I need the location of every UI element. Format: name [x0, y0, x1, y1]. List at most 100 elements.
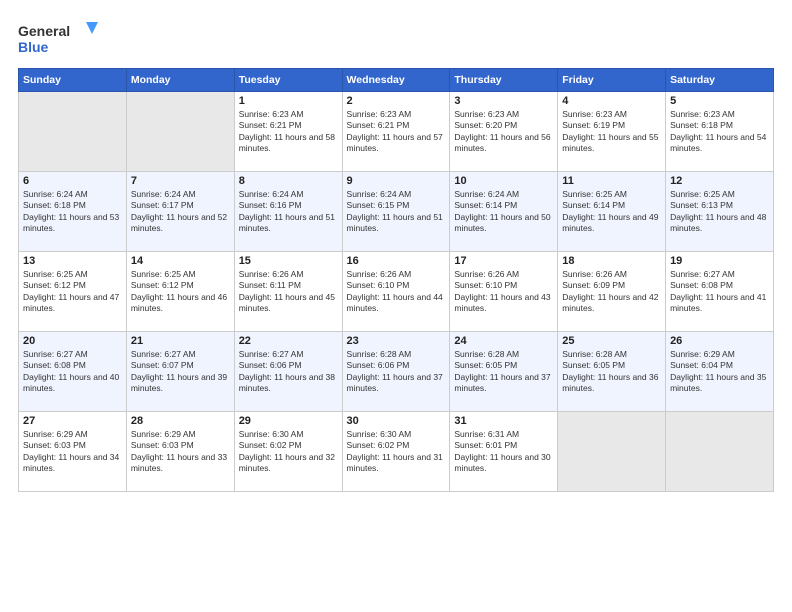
day-info: Sunrise: 6:23 AMSunset: 6:20 PMDaylight:…	[454, 109, 553, 155]
day-number: 21	[131, 335, 230, 347]
day-info: Sunrise: 6:23 AMSunset: 6:21 PMDaylight:…	[239, 109, 338, 155]
day-info: Sunrise: 6:29 AMSunset: 6:03 PMDaylight:…	[131, 429, 230, 475]
day-info: Sunrise: 6:23 AMSunset: 6:19 PMDaylight:…	[562, 109, 661, 155]
day-number: 4	[562, 95, 661, 107]
day-info: Sunrise: 6:31 AMSunset: 6:01 PMDaylight:…	[454, 429, 553, 475]
day-number: 5	[670, 95, 769, 107]
day-cell: 14Sunrise: 6:25 AMSunset: 6:12 PMDayligh…	[126, 252, 234, 332]
weekday-header-monday: Monday	[126, 69, 234, 92]
day-info: Sunrise: 6:26 AMSunset: 6:09 PMDaylight:…	[562, 269, 661, 315]
day-cell: 8 Sunrise: 6:24 AMSunset: 6:16 PMDaylight…	[234, 172, 342, 252]
day-number: 22	[239, 335, 338, 347]
day-info: Sunrise: 6:25 AMSunset: 6:13 PMDaylight:…	[670, 189, 769, 235]
day-cell: 11Sunrise: 6:25 AMSunset: 6:14 PMDayligh…	[558, 172, 666, 252]
calendar-table: SundayMondayTuesdayWednesdayThursdayFrid…	[18, 68, 774, 492]
day-info: Sunrise: 6:27 AMSunset: 6:06 PMDaylight:…	[239, 349, 338, 395]
weekday-header-sunday: Sunday	[19, 69, 127, 92]
weekday-header-thursday: Thursday	[450, 69, 558, 92]
day-cell	[126, 92, 234, 172]
day-cell: 17 Sunrise: 6:26 AMSunset: 6:10 PMDayligh…	[450, 252, 558, 332]
day-cell: 13Sunrise: 6:25 AMSunset: 6:12 PMDayligh…	[19, 252, 127, 332]
day-cell: 18 Sunrise: 6:26 AMSunset: 6:09 PMDayligh…	[558, 252, 666, 332]
day-info: Sunrise: 6:24 AMSunset: 6:14 PMDaylight:…	[454, 189, 553, 235]
day-cell: 25 Sunrise: 6:28 AMSunset: 6:05 PMDayligh…	[558, 332, 666, 412]
day-number: 24	[454, 335, 553, 347]
week-row-1: 1Sunrise: 6:23 AMSunset: 6:21 PMDaylight…	[19, 92, 774, 172]
day-cell: 29 Sunrise: 6:30 AMSunset: 6:02 PMDayligh…	[234, 412, 342, 492]
day-info: Sunrise: 6:26 AMSunset: 6:11 PMDaylight:…	[239, 269, 338, 315]
day-number: 20	[23, 335, 122, 347]
day-info: Sunrise: 6:23 AMSunset: 6:21 PMDaylight:…	[347, 109, 446, 155]
day-cell: 7Sunrise: 6:24 AMSunset: 6:17 PMDaylight…	[126, 172, 234, 252]
day-number: 27	[23, 415, 122, 427]
day-number: 13	[23, 255, 122, 267]
day-cell: 27 Sunrise: 6:29 AMSunset: 6:03 PMDayligh…	[19, 412, 127, 492]
day-cell: 30Sunrise: 6:30 AMSunset: 6:02 PMDayligh…	[342, 412, 450, 492]
day-number: 10	[454, 175, 553, 187]
day-number: 18	[562, 255, 661, 267]
day-info: Sunrise: 6:27 AMSunset: 6:08 PMDaylight:…	[670, 269, 769, 315]
day-cell: 26 Sunrise: 6:29 AMSunset: 6:04 PMDayligh…	[666, 332, 774, 412]
day-number: 8	[239, 175, 338, 187]
day-cell: 24Sunrise: 6:28 AMSunset: 6:05 PMDayligh…	[450, 332, 558, 412]
day-info: Sunrise: 6:30 AMSunset: 6:02 PMDaylight:…	[239, 429, 338, 475]
svg-text:Blue: Blue	[18, 39, 49, 55]
day-cell	[19, 92, 127, 172]
day-info: Sunrise: 6:30 AMSunset: 6:02 PMDaylight:…	[347, 429, 446, 475]
day-cell: 22 Sunrise: 6:27 AMSunset: 6:06 PMDayligh…	[234, 332, 342, 412]
day-number: 26	[670, 335, 769, 347]
day-number: 14	[131, 255, 230, 267]
day-cell: 6 Sunrise: 6:24 AMSunset: 6:18 PMDaylight…	[19, 172, 127, 252]
weekday-header-saturday: Saturday	[666, 69, 774, 92]
day-number: 7	[131, 175, 230, 187]
day-cell: 10 Sunrise: 6:24 AMSunset: 6:14 PMDayligh…	[450, 172, 558, 252]
week-row-5: 27 Sunrise: 6:29 AMSunset: 6:03 PMDayligh…	[19, 412, 774, 492]
day-cell	[666, 412, 774, 492]
day-cell: 23 Sunrise: 6:28 AMSunset: 6:06 PMDayligh…	[342, 332, 450, 412]
day-cell: 16Sunrise: 6:26 AMSunset: 6:10 PMDayligh…	[342, 252, 450, 332]
day-number: 19	[670, 255, 769, 267]
day-cell: 9 Sunrise: 6:24 AMSunset: 6:15 PMDaylight…	[342, 172, 450, 252]
day-number: 2	[347, 95, 446, 107]
day-info: Sunrise: 6:26 AMSunset: 6:10 PMDaylight:…	[347, 269, 446, 315]
day-info: Sunrise: 6:24 AMSunset: 6:16 PMDaylight:…	[239, 189, 338, 235]
svg-text:General: General	[18, 23, 70, 39]
day-number: 28	[131, 415, 230, 427]
logo: General Blue	[18, 18, 98, 58]
day-number: 12	[670, 175, 769, 187]
week-row-3: 13Sunrise: 6:25 AMSunset: 6:12 PMDayligh…	[19, 252, 774, 332]
day-info: Sunrise: 6:27 AMSunset: 6:08 PMDaylight:…	[23, 349, 122, 395]
day-number: 17	[454, 255, 553, 267]
weekday-header-tuesday: Tuesday	[234, 69, 342, 92]
day-info: Sunrise: 6:25 AMSunset: 6:14 PMDaylight:…	[562, 189, 661, 235]
day-number: 29	[239, 415, 338, 427]
day-info: Sunrise: 6:29 AMSunset: 6:03 PMDaylight:…	[23, 429, 122, 475]
day-number: 9	[347, 175, 446, 187]
day-cell: 20 Sunrise: 6:27 AMSunset: 6:08 PMDayligh…	[19, 332, 127, 412]
day-info: Sunrise: 6:23 AMSunset: 6:18 PMDaylight:…	[670, 109, 769, 155]
day-number: 3	[454, 95, 553, 107]
day-cell: 3 Sunrise: 6:23 AMSunset: 6:20 PMDaylight…	[450, 92, 558, 172]
day-info: Sunrise: 6:24 AMSunset: 6:18 PMDaylight:…	[23, 189, 122, 235]
day-number: 15	[239, 255, 338, 267]
day-info: Sunrise: 6:27 AMSunset: 6:07 PMDaylight:…	[131, 349, 230, 395]
header: General Blue	[18, 18, 774, 58]
day-cell: 15 Sunrise: 6:26 AMSunset: 6:11 PMDayligh…	[234, 252, 342, 332]
day-info: Sunrise: 6:24 AMSunset: 6:15 PMDaylight:…	[347, 189, 446, 235]
day-info: Sunrise: 6:26 AMSunset: 6:10 PMDaylight:…	[454, 269, 553, 315]
day-cell: 2 Sunrise: 6:23 AMSunset: 6:21 PMDaylight…	[342, 92, 450, 172]
day-cell: 1Sunrise: 6:23 AMSunset: 6:21 PMDaylight…	[234, 92, 342, 172]
day-info: Sunrise: 6:28 AMSunset: 6:05 PMDaylight:…	[562, 349, 661, 395]
day-cell	[558, 412, 666, 492]
day-info: Sunrise: 6:28 AMSunset: 6:06 PMDaylight:…	[347, 349, 446, 395]
day-number: 23	[347, 335, 446, 347]
day-number: 6	[23, 175, 122, 187]
day-cell: 19 Sunrise: 6:27 AMSunset: 6:08 PMDayligh…	[666, 252, 774, 332]
day-number: 25	[562, 335, 661, 347]
day-cell: 28 Sunrise: 6:29 AMSunset: 6:03 PMDayligh…	[126, 412, 234, 492]
logo-svg: General Blue	[18, 18, 98, 58]
weekday-header-wednesday: Wednesday	[342, 69, 450, 92]
page: General Blue SundayMondayTuesdayWednesda…	[0, 0, 792, 612]
day-info: Sunrise: 6:29 AMSunset: 6:04 PMDaylight:…	[670, 349, 769, 395]
day-number: 31	[454, 415, 553, 427]
